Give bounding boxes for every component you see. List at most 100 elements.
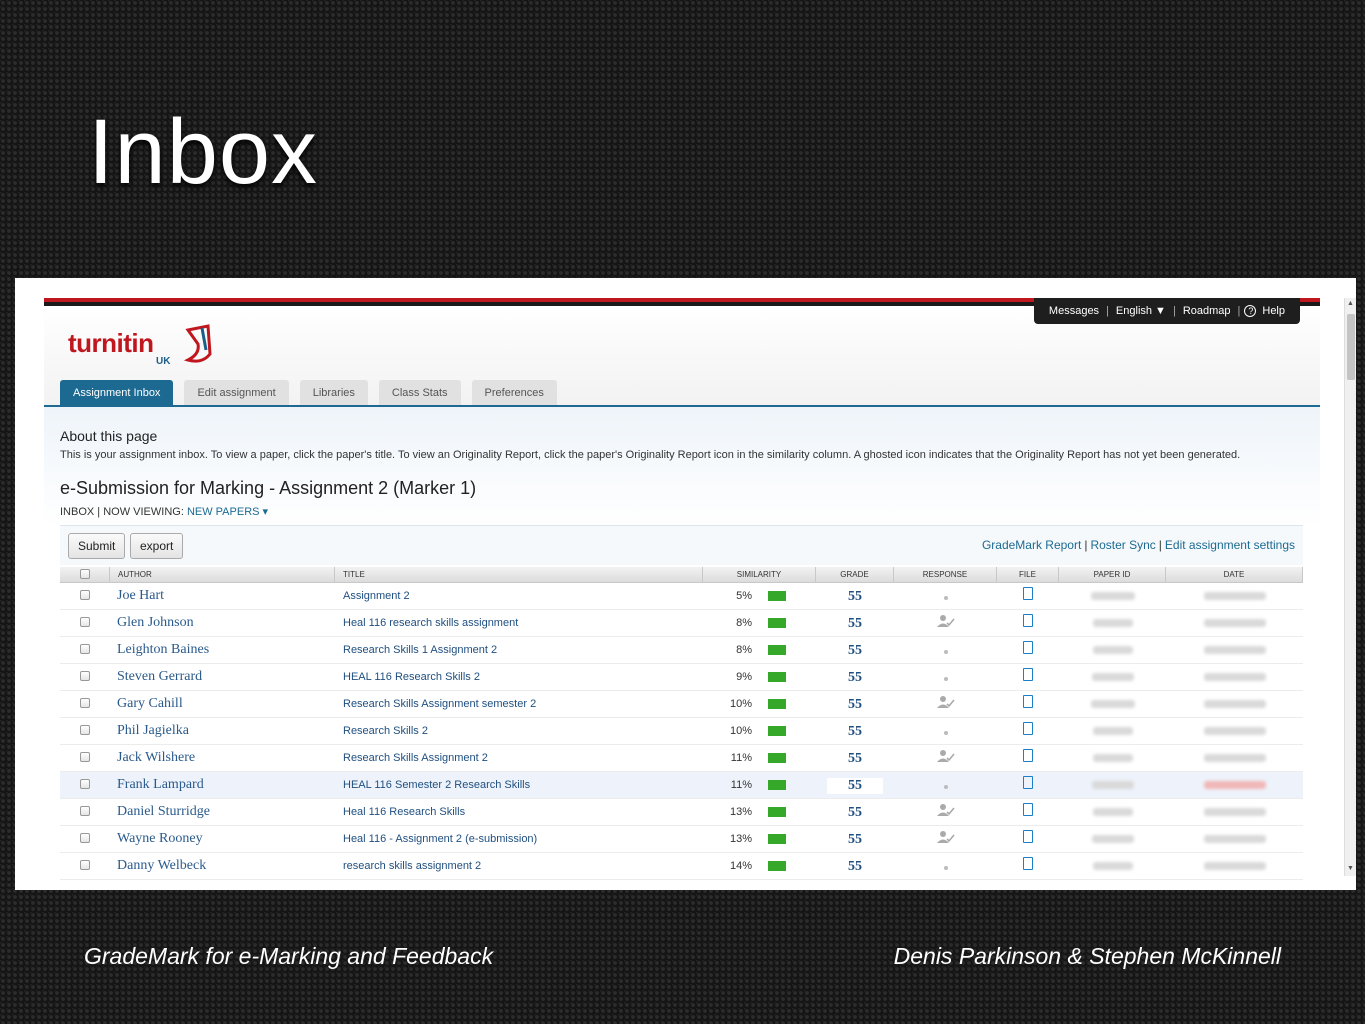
crumb-inbox[interactable]: INBOX (60, 506, 94, 518)
grade-cell[interactable]: 55 (816, 722, 894, 740)
paper-title-link[interactable]: Research Skills Assignment semester 2 (335, 698, 703, 710)
row-checkbox[interactable] (80, 590, 90, 600)
grade-cell[interactable]: 55 (816, 830, 894, 848)
grade-value[interactable]: 55 (827, 778, 883, 794)
tab-preferences[interactable]: Preferences (471, 380, 557, 406)
file-download-icon[interactable] (1023, 830, 1033, 843)
file-cell[interactable] (997, 749, 1059, 767)
paper-title-link[interactable]: Heal 116 - Assignment 2 (e-submission) (335, 833, 703, 845)
similarity-bar[interactable] (768, 726, 786, 736)
author-name[interactable]: Leighton Baines (110, 642, 335, 658)
vertical-scrollbar[interactable]: ▲ ▼ (1344, 298, 1356, 876)
row-checkbox[interactable] (80, 752, 90, 762)
tab-assignment-inbox[interactable]: Assignment Inbox (60, 380, 174, 406)
tab-edit-assignment[interactable]: Edit assignment (184, 380, 289, 406)
grade-cell[interactable]: 55 (816, 668, 894, 686)
file-download-icon[interactable] (1023, 776, 1033, 789)
file-column-header[interactable]: FILE (997, 567, 1059, 582)
file-cell[interactable] (997, 722, 1059, 740)
similarity-cell[interactable]: 11% (703, 752, 816, 764)
file-download-icon[interactable] (1023, 614, 1033, 627)
turnitin-logo[interactable]: turnitin UK (68, 324, 212, 367)
paper-title-link[interactable]: Research Skills 2 (335, 725, 703, 737)
paper-title-link[interactable]: Assignment 2 (335, 590, 703, 602)
scroll-down-arrow-icon[interactable]: ▼ (1347, 865, 1354, 872)
tab-class-stats[interactable]: Class Stats (378, 380, 461, 406)
author-name[interactable]: Gary Cahill (110, 696, 335, 712)
file-cell[interactable] (997, 587, 1059, 605)
grade-cell[interactable]: 55 (816, 614, 894, 632)
author-name[interactable]: Frank Lampard (110, 777, 335, 793)
similarity-bar[interactable] (768, 699, 786, 709)
file-download-icon[interactable] (1023, 749, 1033, 762)
author-column-header[interactable]: AUTHOR (110, 567, 335, 582)
similarity-bar[interactable] (768, 618, 786, 628)
row-checkbox[interactable] (80, 833, 90, 843)
file-download-icon[interactable] (1023, 803, 1033, 816)
grade-value[interactable]: 55 (848, 643, 862, 658)
paper-title-link[interactable]: HEAL 116 Semester 2 Research Skills (335, 779, 703, 791)
file-download-icon[interactable] (1023, 695, 1033, 708)
file-cell[interactable] (997, 668, 1059, 686)
grade-value[interactable]: 55 (848, 697, 862, 712)
author-name[interactable]: Joe Hart (110, 588, 335, 604)
language-selector[interactable]: English ▼ (1113, 305, 1169, 317)
similarity-cell[interactable]: 5% (703, 590, 816, 602)
file-cell[interactable] (997, 695, 1059, 713)
paper-title-link[interactable]: Research Skills Assignment 2 (335, 752, 703, 764)
similarity-bar[interactable] (768, 834, 786, 844)
row-checkbox[interactable] (80, 698, 90, 708)
grade-value[interactable]: 55 (848, 616, 862, 631)
similarity-bar[interactable] (768, 753, 786, 763)
file-download-icon[interactable] (1023, 587, 1033, 600)
row-checkbox[interactable] (80, 806, 90, 816)
export-button[interactable]: export (130, 533, 184, 559)
file-cell[interactable] (997, 803, 1059, 821)
file-download-icon[interactable] (1023, 722, 1033, 735)
roster-sync-link[interactable]: Roster Sync (1090, 538, 1155, 552)
file-cell[interactable] (997, 641, 1059, 659)
similarity-bar[interactable] (768, 807, 786, 817)
similarity-cell[interactable]: 11% (703, 779, 816, 791)
scrollbar-thumb[interactable] (1347, 314, 1355, 380)
similarity-cell[interactable]: 13% (703, 806, 816, 818)
grade-cell[interactable]: 55 (816, 587, 894, 605)
grademark-report-link[interactable]: GradeMark Report (982, 538, 1081, 552)
author-name[interactable]: Danny Welbeck (110, 858, 335, 874)
scroll-up-arrow-icon[interactable]: ▲ (1347, 300, 1354, 307)
grade-value[interactable]: 55 (848, 589, 862, 604)
roadmap-link[interactable]: Roadmap (1180, 305, 1234, 317)
grade-value[interactable]: 55 (848, 724, 862, 739)
help-link[interactable]: Help (1259, 305, 1288, 317)
similarity-column-header[interactable]: SIMILARITY (703, 567, 816, 582)
help-icon[interactable]: ? (1244, 305, 1257, 317)
paper-title-link[interactable]: Heal 116 Research Skills (335, 806, 703, 818)
row-checkbox[interactable] (80, 644, 90, 654)
grade-value[interactable]: 55 (848, 751, 862, 766)
row-checkbox[interactable] (80, 725, 90, 735)
grade-cell[interactable]: 55 (816, 776, 894, 794)
edit-assignment-settings-link[interactable]: Edit assignment settings (1165, 538, 1295, 552)
grade-value[interactable]: 55 (848, 832, 862, 847)
grade-value[interactable]: 55 (848, 805, 862, 820)
select-all-checkbox[interactable] (79, 569, 90, 579)
author-name[interactable]: Daniel Sturridge (110, 804, 335, 820)
author-name[interactable]: Wayne Rooney (110, 831, 335, 847)
author-name[interactable]: Jack Wilshere (110, 750, 335, 766)
similarity-cell[interactable]: 8% (703, 644, 816, 656)
similarity-bar[interactable] (768, 861, 786, 871)
file-download-icon[interactable] (1023, 857, 1033, 870)
grade-cell[interactable]: 55 (816, 803, 894, 821)
similarity-bar[interactable] (768, 591, 786, 601)
row-checkbox[interactable] (80, 779, 90, 789)
similarity-cell[interactable]: 9% (703, 671, 816, 683)
title-column-header[interactable]: TITLE (335, 567, 703, 582)
paper-title-link[interactable]: Heal 116 research skills assignment (335, 617, 703, 629)
grade-cell[interactable]: 55 (816, 857, 894, 875)
grade-value[interactable]: 55 (848, 859, 862, 874)
author-name[interactable]: Phil Jagielka (110, 723, 335, 739)
messages-link[interactable]: Messages (1046, 305, 1102, 317)
paper-id-column-header[interactable]: PAPER ID (1059, 567, 1166, 582)
date-column-header[interactable]: DATE (1166, 567, 1303, 582)
row-checkbox[interactable] (80, 671, 90, 681)
